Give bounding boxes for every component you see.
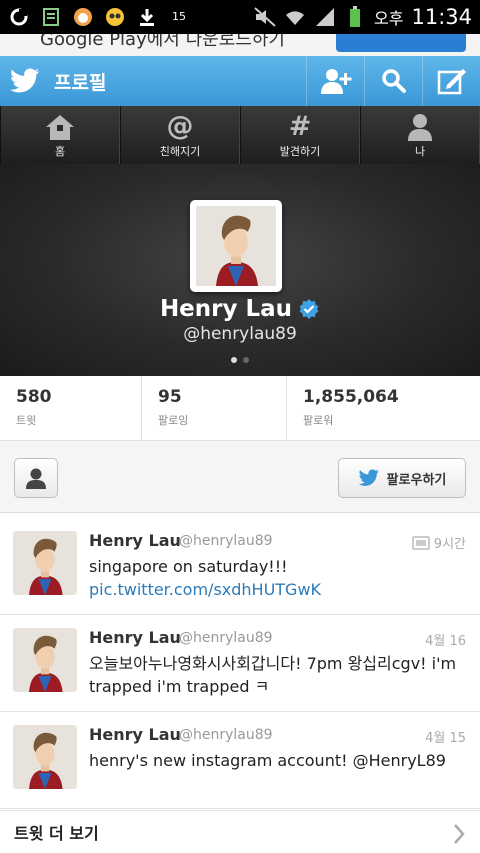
age-rating-icon: 15 (168, 6, 190, 28)
status-time: 11:34 (411, 5, 472, 29)
stat-value: 580 (16, 387, 52, 407)
age-rating-label: 15 (172, 10, 186, 23)
penguin-notification-icon (104, 6, 126, 28)
stat-label: 트윗 (16, 414, 37, 427)
at-icon: @ (166, 111, 194, 142)
download-icon (136, 6, 158, 28)
tweet-text: singapore on saturday!!! pic.twitter.com… (89, 555, 469, 601)
search-icon (381, 69, 406, 93)
stat-tweets[interactable]: 580 트윗 (0, 376, 142, 440)
avatar-photo (13, 725, 77, 789)
signal-icon (314, 6, 336, 28)
tweet-avatar[interactable] (13, 628, 77, 692)
stat-label: 팔로워 (303, 414, 334, 427)
character-notification-icon (72, 6, 94, 28)
search-button[interactable] (364, 56, 422, 106)
verified-badge-icon (299, 299, 319, 319)
add-user-icon (320, 69, 351, 94)
tweet-author-name: Henry Lau (89, 725, 181, 744)
media-icon (412, 535, 430, 550)
app-notification-icon (8, 6, 30, 28)
stat-followers[interactable]: 1,855,064 팔로워 (287, 376, 480, 440)
tweet-text: 오늘보아누나영화시사회갑니다! 7pm 왕십리cgv! i'm trapped … (89, 654, 457, 696)
stat-label: 팔로잉 (158, 414, 189, 427)
more-tweets-label: 트윗 더 보기 (14, 824, 99, 843)
banner-text: Google Play에서 다운로드하기 (40, 34, 285, 50)
banner-button[interactable] (336, 34, 466, 52)
tab-label-me: 나 (414, 144, 426, 158)
avatar-photo (13, 531, 77, 595)
tweet-time: 4월 15 (425, 731, 466, 746)
compose-tweet-button[interactable] (422, 56, 480, 106)
tab-bar: 홈 @ 친해지기 # 발견하기 나 (0, 106, 480, 164)
tweet-avatar[interactable] (13, 531, 77, 595)
tab-me[interactable]: 나 (360, 106, 480, 164)
tab-label-discover: 발견하기 (279, 144, 321, 158)
tweet-author-name: Henry Lau (89, 531, 181, 550)
tweet-author-name: Henry Lau (89, 628, 181, 647)
profile-avatar[interactable] (190, 200, 282, 292)
tweet-time: 9시간 (433, 537, 466, 552)
tweet-item[interactable]: Henry Lau @henrylau89 9시간 singapore on s… (0, 518, 480, 615)
mute-icon (254, 6, 276, 28)
more-tweets-row[interactable]: 트윗 더 보기 (0, 810, 480, 853)
tweet-text-body: singapore on saturday!!! (89, 557, 288, 576)
twitter-bird-icon[interactable] (0, 56, 50, 106)
tweet-item[interactable]: Henry Lau @henrylau89 4월 15 henry's new … (0, 712, 480, 809)
tweet-link[interactable]: pic.twitter.com/sxdhHUTGwK (89, 580, 321, 599)
user-actions-button[interactable] (14, 458, 58, 498)
status-ampm: 오후 (374, 9, 404, 28)
profile-name: Henry Lau (159, 296, 293, 322)
user-icon (26, 468, 46, 489)
avatar-photo (196, 206, 276, 286)
tweet-author-handle: @henrylau89 (179, 630, 273, 646)
twitter-bird-icon (358, 469, 379, 486)
list-notification-icon (40, 6, 62, 28)
status-bar: 15 오후 11:34 (0, 0, 480, 34)
tweet-text: henry's new instagram account! @HenryL89 (89, 751, 446, 770)
tweet-list: Henry Lau @henrylau89 9시간 singapore on s… (0, 518, 480, 809)
page-dot-1 (231, 357, 237, 363)
follow-button-label: 팔로우하기 (386, 472, 447, 488)
wifi-icon (284, 6, 306, 28)
follow-row: 팔로우하기 (0, 441, 480, 513)
stat-following[interactable]: 95 팔로잉 (142, 376, 287, 440)
action-bar: 프로필 (0, 56, 480, 106)
add-user-button[interactable] (306, 56, 364, 106)
app-banner: Google Play에서 다운로드하기 (0, 34, 480, 56)
tab-label-home: 홈 (54, 144, 66, 158)
chevron-right-icon (454, 824, 465, 844)
tab-connect[interactable]: @ 친해지기 (120, 106, 240, 164)
stat-value: 95 (158, 387, 182, 407)
follow-button[interactable]: 팔로우하기 (338, 458, 466, 498)
tweet-item[interactable]: Henry Lau @henrylau89 4월 16 오늘보아누나영화시사회갑… (0, 615, 480, 712)
tab-home[interactable]: 홈 (0, 106, 120, 164)
tab-discover[interactable]: # 발견하기 (240, 106, 360, 164)
profile-stats: 580 트윗 95 팔로잉 1,855,064 팔로워 (0, 376, 480, 441)
avatar-photo (13, 628, 77, 692)
person-icon (407, 112, 433, 142)
tweet-time: 4월 16 (425, 634, 466, 649)
page-dot-2 (243, 357, 249, 363)
battery-icon (344, 6, 366, 28)
tweet-author-handle: @henrylau89 (179, 533, 273, 549)
page-indicator (0, 357, 480, 363)
tweet-avatar[interactable] (13, 725, 77, 789)
tab-label-connect: 친해지기 (159, 144, 201, 158)
hash-icon: # (288, 111, 312, 142)
profile-handle: @henrylau89 (183, 324, 297, 344)
tweet-author-handle: @henrylau89 (179, 727, 273, 743)
stat-value: 1,855,064 (303, 387, 399, 407)
compose-icon (437, 69, 466, 95)
profile-header: Henry Lau @henrylau89 (0, 164, 480, 376)
page-title: 프로필 (54, 71, 107, 94)
home-icon (45, 112, 75, 142)
